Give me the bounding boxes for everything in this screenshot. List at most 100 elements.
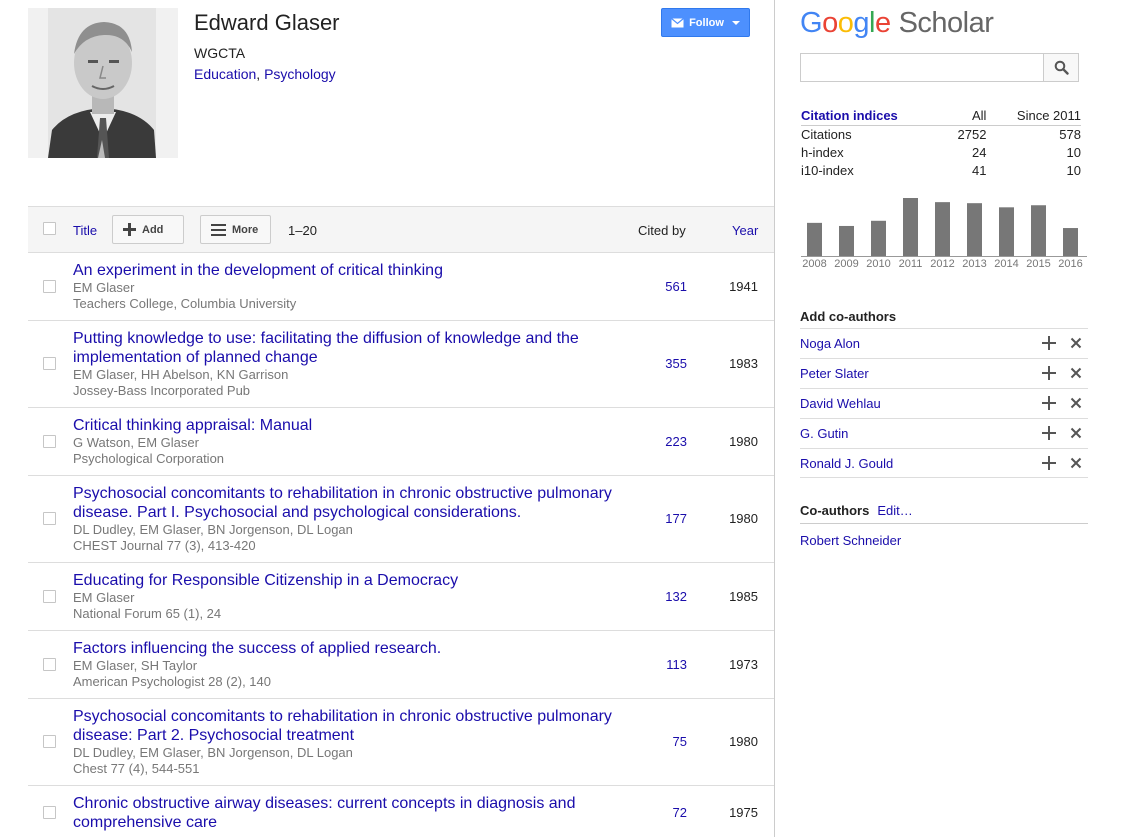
histogram-bar[interactable]: [871, 220, 886, 256]
article-checkbox[interactable]: [43, 806, 56, 819]
histogram-year-label: 2014: [994, 258, 1018, 270]
profile-info: Edward Glaser WGCTA Education, Psycholog…: [194, 10, 340, 83]
plus-icon: [123, 223, 136, 236]
sidebar: Google Scholar Citation indices All Since…: [775, 0, 1135, 837]
follow-button[interactable]: Follow: [661, 8, 750, 37]
profile-photo-image: [28, 8, 178, 158]
article-venue: Chest 77 (4), 544-551: [73, 761, 200, 776]
article-year: 1980: [729, 734, 758, 749]
plus-icon[interactable]: [1042, 456, 1056, 470]
article-cited-by-link[interactable]: 223: [665, 434, 687, 449]
article-checkbox[interactable]: [43, 589, 56, 603]
article-year: 1980: [729, 433, 758, 449]
close-icon[interactable]: [1070, 367, 1082, 379]
edit-coauthors-link[interactable]: Edit…: [877, 503, 912, 518]
sort-by-year-link[interactable]: Year: [732, 223, 758, 238]
histogram-bar[interactable]: [1031, 205, 1046, 256]
suggested-coauthor-item: Noga Alon: [800, 328, 1088, 358]
google-scholar-logo[interactable]: Google Scholar: [800, 7, 994, 40]
histogram-year-label: 2012: [930, 258, 954, 270]
article-row: Putting knowledge to use: facilitating t…: [28, 321, 774, 408]
follow-label: Follow: [689, 16, 724, 29]
suggested-coauthor-item: G. Gutin: [800, 418, 1088, 448]
add-article-button[interactable]: Add: [112, 215, 184, 244]
article-title-link[interactable]: Factors influencing the success of appli…: [73, 639, 613, 658]
suggested-coauthor-link[interactable]: Peter Slater: [800, 366, 869, 381]
profile-photo: [28, 8, 178, 158]
plus-icon[interactable]: [1042, 396, 1056, 410]
interest-link-psychology[interactable]: Psychology: [264, 66, 336, 82]
interest-separator: ,: [256, 66, 265, 82]
article-checkbox[interactable]: [43, 735, 56, 748]
logo-letter: G: [800, 7, 823, 39]
article-title-link[interactable]: An experiment in the development of crit…: [73, 261, 613, 280]
search-icon: [1054, 60, 1069, 75]
articles-table-header: Title Add More 1–20 Cited by Year: [28, 206, 774, 253]
article-year: 1973: [729, 656, 758, 672]
suggested-coauthor-link[interactable]: G. Gutin: [800, 426, 848, 441]
article-title-link[interactable]: Critical thinking appraisal: Manual: [73, 416, 613, 435]
histogram-bar[interactable]: [999, 207, 1014, 256]
histogram-bar[interactable]: [967, 203, 982, 256]
select-all-checkbox[interactable]: [43, 222, 56, 235]
citation-indices-title[interactable]: Citation indices: [801, 107, 944, 126]
article-row: Psychosocial concomitants to rehabilitat…: [28, 476, 774, 563]
article-cited-by-link[interactable]: 177: [665, 511, 687, 526]
chevron-down-icon: [731, 20, 740, 25]
citations-since-header: Since 2011: [986, 107, 1081, 126]
suggested-coauthor-link[interactable]: David Wehlau: [800, 396, 881, 411]
article-title-link[interactable]: Putting knowledge to use: facilitating t…: [73, 329, 613, 367]
coauthor-link[interactable]: Robert Schneider: [800, 533, 901, 548]
article-checkbox[interactable]: [43, 512, 56, 525]
suggested-coauthor-item: Peter Slater: [800, 358, 1088, 388]
close-icon[interactable]: [1070, 457, 1082, 469]
histogram-bar[interactable]: [807, 222, 822, 256]
article-cited-by-link[interactable]: 355: [665, 356, 687, 371]
article-checkbox[interactable]: [43, 657, 56, 671]
article-cited-by-link[interactable]: 75: [673, 734, 687, 749]
article-title-link[interactable]: Chronic obstructive airway diseases: cur…: [73, 794, 613, 832]
more-actions-button[interactable]: More: [200, 215, 271, 244]
suggested-coauthor-link[interactable]: Noga Alon: [800, 336, 860, 351]
search-button[interactable]: [1043, 53, 1079, 82]
histogram-bar[interactable]: [935, 202, 950, 256]
citation-index-all: 41: [971, 163, 987, 178]
article-checkbox[interactable]: [43, 434, 56, 448]
article-title-link[interactable]: Educating for Responsible Citizenship in…: [73, 571, 613, 590]
article-cited-by-link[interactable]: 132: [665, 589, 687, 604]
citation-index-since: 10: [1066, 145, 1081, 160]
article-venue: Psychological Corporation: [73, 451, 225, 466]
plus-icon[interactable]: [1042, 336, 1056, 350]
citation-index-label: h-index: [801, 145, 844, 160]
sort-by-title-link[interactable]: Title: [73, 223, 97, 238]
interest-link-education[interactable]: Education: [194, 66, 256, 82]
citation-index-label: i10-index: [801, 163, 854, 178]
article-cited-by-link[interactable]: 72: [673, 805, 687, 820]
profile-main: Edward Glaser WGCTA Education, Psycholog…: [0, 0, 775, 837]
article-checkbox[interactable]: [43, 279, 56, 293]
search-input[interactable]: [800, 53, 1044, 82]
logo-letter: o: [837, 7, 854, 39]
close-icon[interactable]: [1070, 427, 1082, 439]
article-venue: Teachers College, Columbia University: [73, 296, 297, 311]
histogram-bar[interactable]: [1063, 228, 1078, 256]
citation-index-since: 578: [1059, 127, 1081, 142]
close-icon[interactable]: [1070, 397, 1082, 409]
article-cited-by-link[interactable]: 113: [666, 657, 687, 672]
histogram-year-label: 2010: [866, 258, 890, 270]
citation-index-row: i10-index 41 10: [801, 162, 1081, 180]
article-title-link[interactable]: Psychosocial concomitants to rehabilitat…: [73, 707, 613, 745]
histogram-bar[interactable]: [903, 198, 918, 256]
article-venue: Jossey-Bass Incorporated Pub: [73, 383, 251, 398]
article-title-link[interactable]: Psychosocial concomitants to rehabilitat…: [73, 484, 613, 522]
article-row: Chronic obstructive airway diseases: cur…: [28, 786, 774, 837]
histogram-bar[interactable]: [839, 225, 854, 256]
article-cited-by-link[interactable]: 561: [665, 279, 687, 294]
plus-icon[interactable]: [1042, 366, 1056, 380]
article-checkbox[interactable]: [43, 357, 56, 370]
close-icon[interactable]: [1070, 337, 1082, 349]
plus-icon[interactable]: [1042, 426, 1056, 440]
logo-scholar-text: Scholar: [898, 7, 994, 39]
suggested-coauthor-link[interactable]: Ronald J. Gould: [800, 456, 893, 471]
logo-letter: e: [874, 7, 891, 39]
